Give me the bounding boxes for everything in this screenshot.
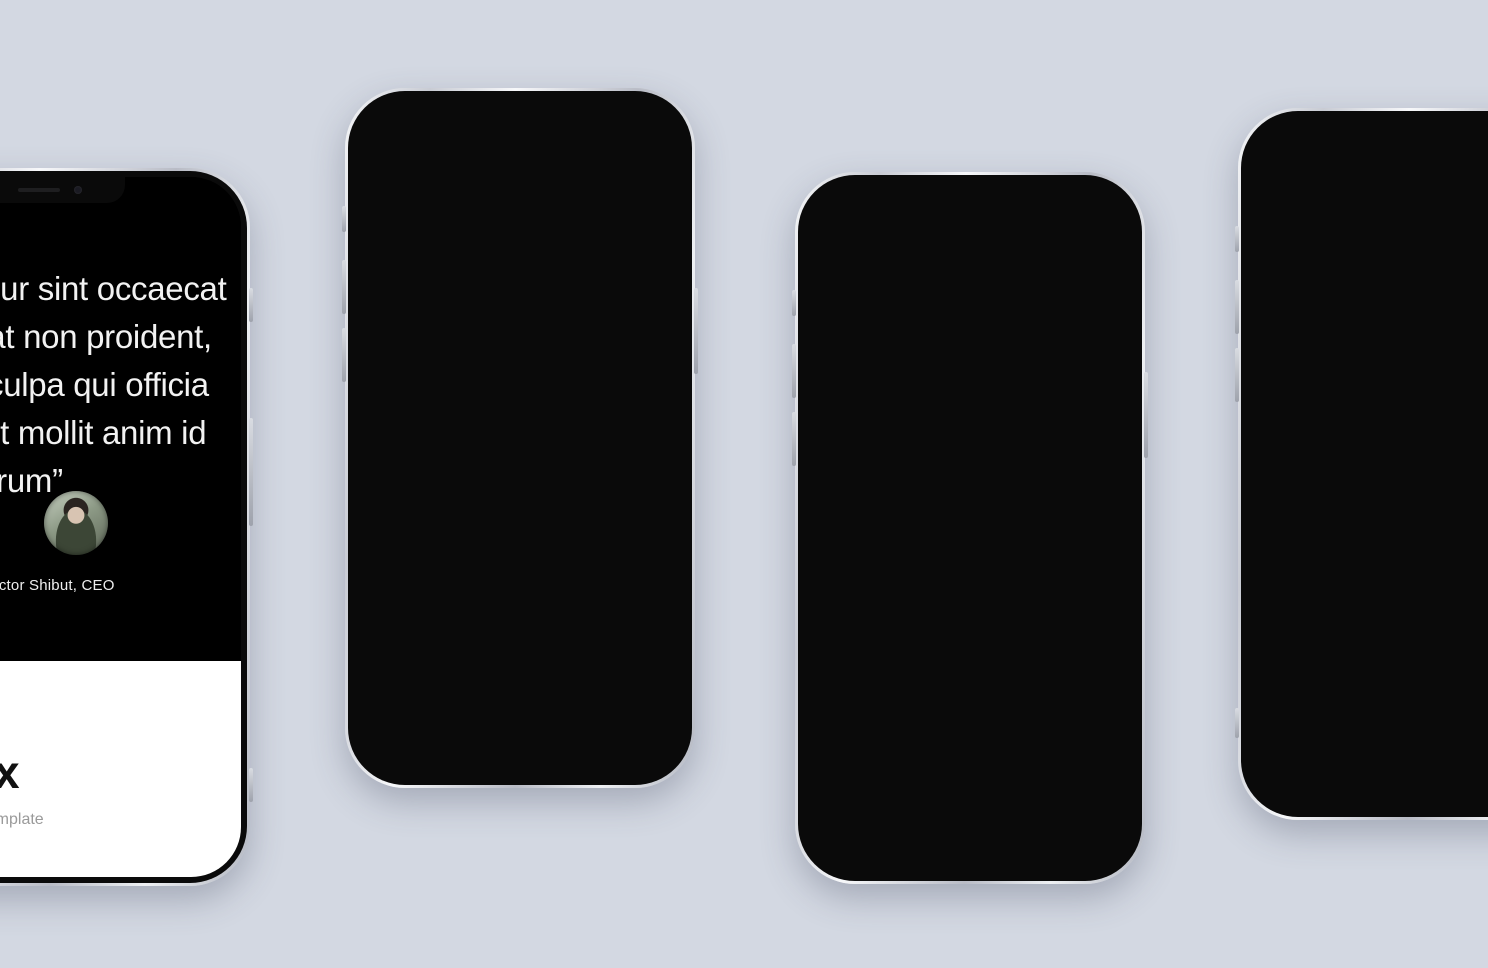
mute-switch[interactable] <box>342 206 346 232</box>
volume-down-button[interactable] <box>792 412 796 466</box>
mockup-stage: Excepteur sint occaecat cupidatat non pr… <box>0 0 1488 968</box>
testimonial-section: Excepteur sint occaecat cupidatat non pr… <box>0 177 241 661</box>
power-button[interactable] <box>249 288 253 322</box>
volume-down-button[interactable] <box>1235 348 1239 402</box>
front-camera-icon <box>74 186 82 194</box>
footer-section: Debox Multipurpose Template San Francisc… <box>0 661 241 877</box>
mute-switch[interactable] <box>249 768 253 802</box>
notch <box>0 177 125 203</box>
extra-button[interactable] <box>1235 708 1239 738</box>
volume-up-button[interactable] <box>342 260 346 314</box>
phone-mockup-landing: Debox Universal. Flexible. Big. <box>792 172 1148 884</box>
volume-up-button[interactable] <box>792 344 796 398</box>
speaker-grill-icon <box>18 188 60 192</box>
volume-down-button[interactable] <box>342 328 346 382</box>
phone-mockup-testimonial: Excepteur sint occaecat cupidatat non pr… <box>0 168 253 886</box>
volume-up-button[interactable] <box>1235 280 1239 334</box>
volume-button[interactable] <box>249 418 253 526</box>
brand-name: Debox <box>0 746 20 798</box>
avatar <box>44 491 108 555</box>
power-button[interactable] <box>1144 372 1148 458</box>
mute-switch[interactable] <box>1235 226 1239 252</box>
phone-frame-band <box>798 175 1142 881</box>
phone-mockup-gallery: L A L T R A V E L D I A R Y <box>1235 108 1488 820</box>
testimonial-author: Victor Shibut, CEO <box>0 577 115 594</box>
phone-mockup-menu: Home Templates Pages Portfolio Blog Down… <box>342 88 698 788</box>
mute-switch[interactable] <box>792 290 796 316</box>
phone-screen-testimonial: Excepteur sint occaecat cupidatat non pr… <box>0 177 241 877</box>
phone-frame-band <box>1241 111 1488 817</box>
brand-tagline: Multipurpose Template <box>0 811 44 828</box>
testimonial-quote: Excepteur sint occaecat cupidatat non pr… <box>0 270 227 499</box>
phone-frame-band <box>348 91 692 785</box>
power-button[interactable] <box>694 288 698 374</box>
